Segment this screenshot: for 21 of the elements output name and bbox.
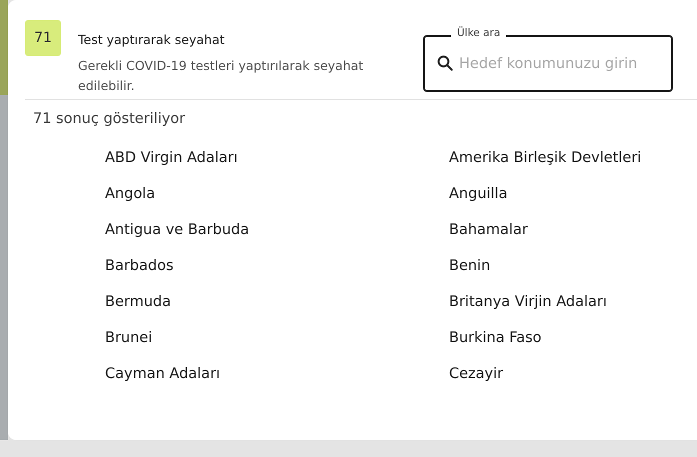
country-link[interactable]: Cezayir	[449, 366, 504, 382]
country-link[interactable]: Burkina Faso	[449, 330, 542, 346]
country-link[interactable]: Brunei	[105, 330, 152, 346]
country-link[interactable]: ABD Virgin Adaları	[105, 150, 238, 166]
country-link[interactable]: Amerika Birleşik Devletleri	[449, 150, 642, 166]
search-icon	[436, 54, 454, 72]
country-link[interactable]: Benin	[449, 258, 490, 274]
section-description: Gerekli COVID-19 testleri yaptırılarak seyahat edilebilir.	[78, 57, 364, 95]
result-count: 71 sonuç gösteriliyor	[33, 111, 186, 127]
count-badge: 71	[25, 20, 61, 56]
field-label: Ülke ara	[451, 27, 506, 39]
country-link[interactable]: Cayman Adaları	[105, 366, 220, 382]
country-link[interactable]: Barbados	[105, 258, 174, 274]
country-link[interactable]: Antigua ve Barbuda	[105, 222, 250, 238]
country-link[interactable]: Anguilla	[449, 186, 508, 202]
section-title: Test yaptırarak seyahat	[78, 32, 226, 47]
country-link[interactable]: Britanya Virjin Adaları	[449, 294, 607, 310]
search-field[interactable]: Hedef konumunuzu girin	[423, 35, 673, 92]
country-link[interactable]: Angola	[105, 186, 156, 202]
country-link[interactable]: Bermuda	[105, 294, 171, 310]
country-link[interactable]: Bahamalar	[449, 222, 528, 238]
